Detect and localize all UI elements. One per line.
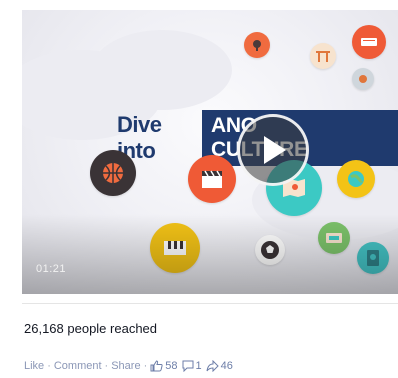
like-link[interactable]: Like: [24, 360, 44, 372]
separator: ·: [47, 360, 51, 372]
like-count[interactable]: 58: [165, 360, 177, 372]
cloud-shape: [92, 30, 232, 110]
people-reached: 26,168 people reached: [24, 321, 158, 336]
basketball-icon: [90, 150, 136, 196]
paint-icon: [352, 68, 374, 90]
share-arrow-icon[interactable]: [206, 360, 219, 372]
lamp-icon: [244, 32, 270, 58]
gate-icon: [310, 43, 336, 69]
comment-count[interactable]: 1: [196, 360, 202, 372]
action-bar: Like · Comment · Share · 58 1 46: [24, 360, 237, 372]
video-post-card: Dive into ANOCULTURE: [0, 0, 398, 378]
clapperboard-icon: [188, 155, 236, 203]
video-duration: 01:21: [36, 263, 67, 275]
book-icon: [352, 25, 386, 59]
video-player[interactable]: Dive into ANOCULTURE: [22, 10, 398, 294]
separator: ·: [104, 360, 109, 372]
share-count[interactable]: 46: [221, 360, 233, 372]
thumbs-up-icon[interactable]: [150, 360, 163, 372]
share-link[interactable]: Share: [111, 360, 140, 372]
play-icon: [264, 136, 286, 164]
globe-icon: [337, 160, 375, 198]
divider: [22, 303, 398, 304]
play-button[interactable]: [237, 114, 309, 186]
comment-link[interactable]: Comment: [54, 360, 102, 372]
comment-icon[interactable]: [182, 360, 194, 372]
separator: ·: [143, 360, 148, 372]
video-overlay-shade: [22, 214, 398, 294]
headline-lead: Dive into: [117, 112, 162, 163]
